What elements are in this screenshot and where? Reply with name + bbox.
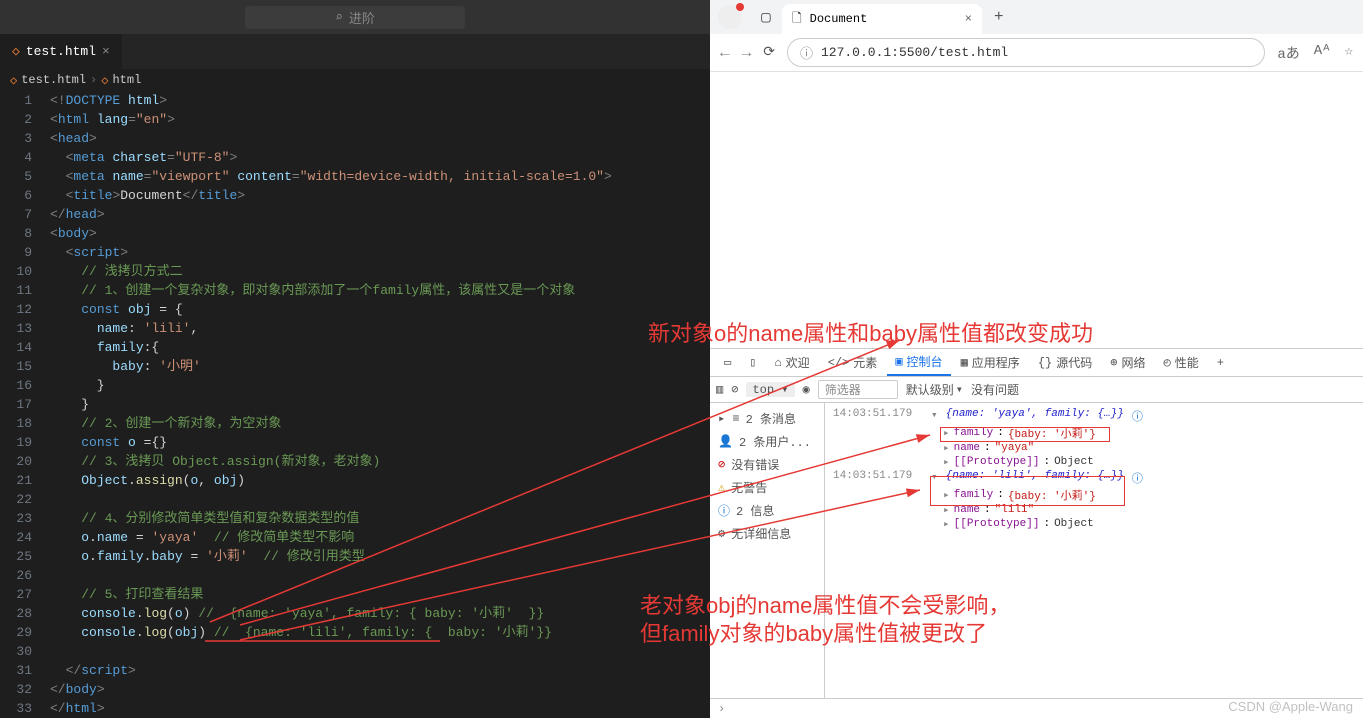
more-tabs-button[interactable]: + bbox=[1209, 349, 1232, 376]
url-bar: ← → ⟳ ⓘ 127.0.0.1:5500/test.html aあ Aᴬ ☆ bbox=[710, 34, 1363, 72]
browser-chrome-top: ▢ 🗋 Document × + bbox=[710, 0, 1363, 34]
text-size-button[interactable]: Aᴬ bbox=[1314, 43, 1331, 63]
vscode-panel: ⌕ 进阶 ◇ test.html × ◇ test.html › ◇ html … bbox=[0, 0, 710, 718]
tab-label: test.html bbox=[26, 44, 96, 59]
filter-input[interactable]: 筛选器 bbox=[818, 380, 898, 399]
new-tab-button[interactable]: + bbox=[986, 8, 1012, 26]
close-icon[interactable]: × bbox=[965, 12, 972, 26]
sidebar-icon: ⓘ bbox=[718, 502, 730, 519]
breadcrumb: ◇ test.html › ◇ html bbox=[0, 69, 710, 91]
tab-elements[interactable]: </> 元素 bbox=[820, 349, 886, 376]
annotation-top: 新对象o的name属性和baby属性值都改变成功 bbox=[648, 316, 1358, 348]
sidebar-item[interactable]: ⚠ 无警告 bbox=[710, 476, 824, 499]
back-button[interactable]: ← bbox=[720, 44, 730, 62]
breadcrumb-item[interactable]: test.html bbox=[21, 73, 86, 87]
source-icon: {} bbox=[1038, 356, 1052, 370]
sidebar-label: 2 信息 bbox=[736, 502, 774, 519]
editor-tabs: ◇ test.html × bbox=[0, 34, 710, 69]
html-icon: ◇ bbox=[12, 44, 20, 59]
tab-sources[interactable]: {} 源代码 bbox=[1030, 349, 1100, 376]
console-property[interactable]: ▸name: "yaya" bbox=[833, 441, 1355, 455]
issues-text: 没有问题 bbox=[971, 381, 1019, 398]
sidebar-item[interactable]: ▸ ≡ 2 条消息 bbox=[710, 407, 824, 430]
sidebar-label: 2 条消息 bbox=[746, 410, 796, 427]
watermark: CSDN @Apple-Wang bbox=[1228, 699, 1353, 714]
highlight-rect bbox=[930, 476, 1125, 506]
context-selector[interactable]: top ▾ bbox=[746, 382, 794, 397]
network-icon: ⊕ bbox=[1110, 355, 1117, 370]
sidebar-label: 没有错误 bbox=[731, 456, 779, 473]
refresh-button[interactable]: ⟳ bbox=[763, 44, 775, 61]
highlight-rect bbox=[940, 427, 1110, 442]
browser-tab[interactable]: 🗋 Document × bbox=[782, 4, 982, 34]
page-icon: 🗋 bbox=[792, 9, 802, 30]
close-icon[interactable]: × bbox=[102, 44, 110, 59]
console-property[interactable]: ▸[[Prototype]]: Object bbox=[833, 517, 1355, 531]
sidebar-label: 2 条用户... bbox=[739, 433, 811, 450]
favorite-button[interactable]: ☆ bbox=[1345, 43, 1353, 63]
sidebar-item[interactable]: ⊘ 没有错误 bbox=[710, 453, 824, 476]
sidebar-item[interactable]: ⓘ 2 信息 bbox=[710, 499, 824, 522]
console-output[interactable]: 14:03:51.179▾{name: 'yaya', family: {…}}… bbox=[825, 403, 1363, 698]
profile-icon[interactable] bbox=[718, 5, 742, 29]
code-editor[interactable]: 1234567891011121314151617181920212223242… bbox=[0, 91, 710, 718]
sidebar-icon: ▸ ≡ bbox=[718, 411, 740, 426]
home-icon: ⌂ bbox=[774, 356, 781, 370]
editor-tab-test[interactable]: ◇ test.html × bbox=[0, 34, 122, 69]
tab-title: Document bbox=[810, 12, 868, 26]
console-sidebar: ▸ ≡ 2 条消息 👤 2 条用户... ⊘ 没有错误 ⚠ 无警告ⓘ 2 信息 ⚙ 无详细信息 bbox=[710, 403, 825, 698]
vscode-search[interactable]: ⌕ 进阶 bbox=[245, 6, 465, 29]
url-text: 127.0.0.1:5500/test.html bbox=[821, 45, 1008, 60]
search-text: 进阶 bbox=[349, 8, 375, 27]
sidebar-icon: 👤 bbox=[718, 434, 733, 449]
console-icon: ▣ bbox=[895, 354, 902, 369]
tab-welcome[interactable]: ⌂ 欢迎 bbox=[766, 349, 817, 376]
tab-console[interactable]: ▣ 控制台 bbox=[887, 349, 950, 376]
tab-network[interactable]: ⊕ 网络 bbox=[1102, 349, 1153, 376]
tab-application[interactable]: ▦ 应用程序 bbox=[953, 349, 1028, 376]
clear-button[interactable]: ⊘ bbox=[731, 382, 738, 397]
perf-icon: ◴ bbox=[1163, 355, 1170, 370]
app-icon: ▦ bbox=[961, 355, 968, 370]
devtools: ▭ ▯ ⌂ 欢迎 </> 元素 ▣ 控制台 ▦ 应用程序 {} 源代码 ⊕ 网络… bbox=[710, 348, 1363, 718]
devtools-tabs: ▭ ▯ ⌂ 欢迎 </> 元素 ▣ 控制台 ▦ 应用程序 {} 源代码 ⊕ 网络… bbox=[710, 349, 1363, 377]
vscode-title-bar: ⌕ 进阶 bbox=[0, 0, 710, 34]
code-body[interactable]: <!DOCTYPE html><html lang="en"><head> <m… bbox=[50, 91, 710, 718]
inspect-icon[interactable]: ▭ bbox=[716, 349, 739, 376]
sidebar-icon: ⚙ bbox=[718, 526, 725, 541]
address-bar[interactable]: ⓘ 127.0.0.1:5500/test.html bbox=[787, 38, 1265, 67]
annotation-bottom-2: 但family对象的baby属性值被更改了 bbox=[640, 616, 987, 648]
info-icon[interactable]: ⓘ bbox=[800, 43, 813, 62]
search-icon: ⌕ bbox=[335, 10, 343, 25]
device-icon[interactable]: ▯ bbox=[741, 349, 764, 376]
reader-mode-button[interactable]: aあ bbox=[1277, 43, 1299, 63]
console-body: ▸ ≡ 2 条消息 👤 2 条用户... ⊘ 没有错误 ⚠ 无警告ⓘ 2 信息 ⚙ 无详细信息 14… bbox=[710, 403, 1363, 698]
sidebar-item[interactable]: ⚙ 无详细信息 bbox=[710, 522, 824, 545]
html-icon: ◇ bbox=[10, 73, 17, 88]
log-level-selector[interactable]: 默认级别 ▾ bbox=[906, 381, 963, 398]
console-toolbar: ▥ ⊘ top ▾ ◉ 筛选器 默认级别 ▾ 没有问题 bbox=[710, 377, 1363, 403]
workspaces-icon[interactable]: ▢ bbox=[754, 5, 778, 29]
chevron-right-icon: › bbox=[90, 73, 97, 87]
forward-button: → bbox=[742, 44, 752, 62]
breadcrumb-item[interactable]: html bbox=[112, 73, 141, 87]
code-icon: </> bbox=[828, 356, 850, 370]
tag-icon: ◇ bbox=[101, 73, 108, 88]
sidebar-icon: ⊘ bbox=[718, 457, 725, 472]
tab-performance[interactable]: ◴ 性能 bbox=[1155, 349, 1206, 376]
sidebar-label: 无详细信息 bbox=[731, 525, 791, 542]
console-entry[interactable]: 14:03:51.179▾{name: 'yaya', family: {…}}… bbox=[833, 407, 1355, 425]
sidebar-toggle-icon[interactable]: ▥ bbox=[716, 382, 723, 397]
line-numbers: 1234567891011121314151617181920212223242… bbox=[0, 91, 50, 718]
sidebar-item[interactable]: 👤 2 条用户... bbox=[710, 430, 824, 453]
sidebar-label: 无警告 bbox=[731, 479, 767, 496]
eye-icon[interactable]: ◉ bbox=[803, 382, 810, 397]
sidebar-icon: ⚠ bbox=[718, 480, 725, 495]
console-property[interactable]: ▸[[Prototype]]: Object bbox=[833, 455, 1355, 469]
